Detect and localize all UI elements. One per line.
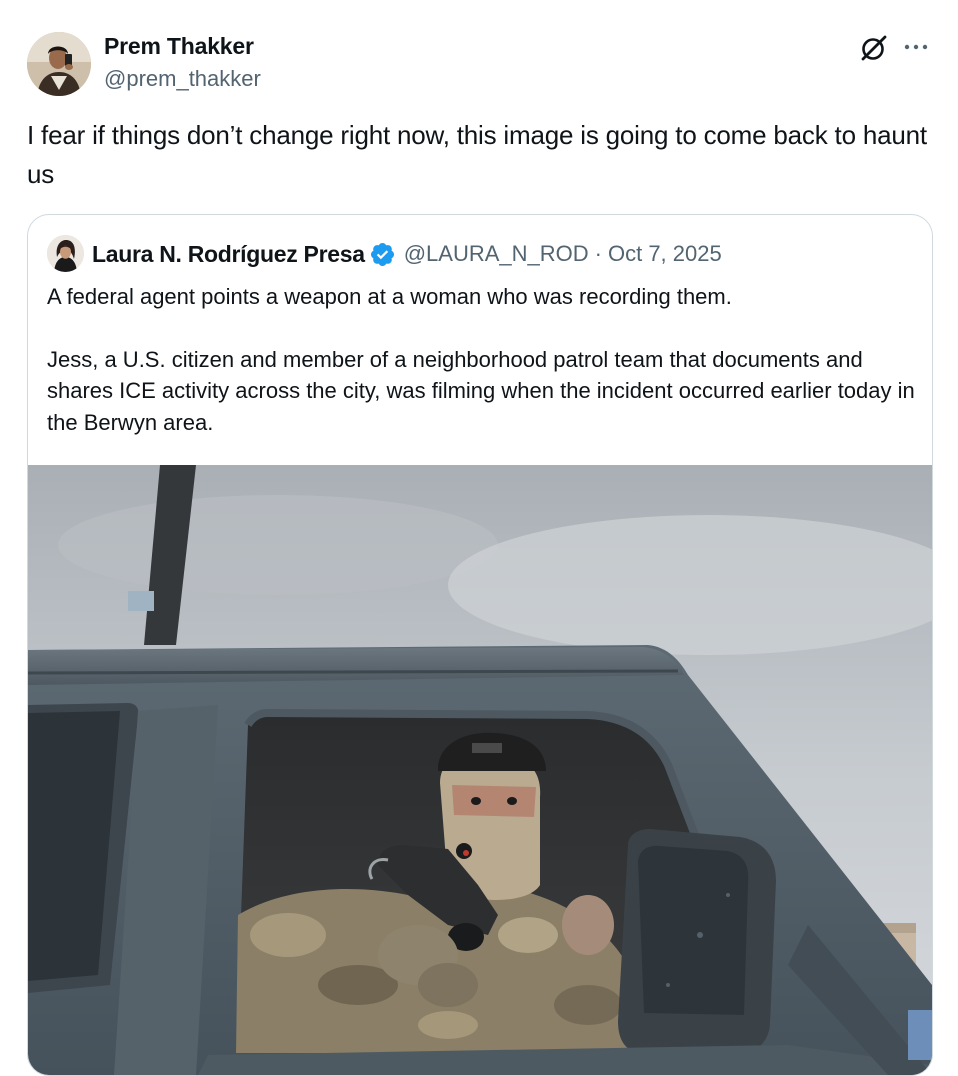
quoted-author-name[interactable]: Laura N. Rodríguez Presa xyxy=(92,241,365,268)
author-handle[interactable]: @prem_thakker xyxy=(104,66,261,92)
post-text: I fear if things don’t change right now,… xyxy=(27,120,927,189)
more-icon[interactable] xyxy=(900,34,932,60)
quoted-paragraph: Jess, a U.S. citizen and member of a nei… xyxy=(47,346,915,435)
verified-badge-icon xyxy=(369,241,396,268)
header-separator: · xyxy=(594,241,602,266)
quoted-post-header: Laura N. Rodríguez Presa @LAURA_N_ROD · … xyxy=(92,239,722,269)
quoted-author-handle[interactable]: @LAURA_N_ROD xyxy=(404,241,589,267)
quoted-post-text: A federal agent points a weapon at a wom… xyxy=(47,281,927,438)
author-name[interactable]: Prem Thakker xyxy=(104,33,254,60)
quoted-post-photo[interactable] xyxy=(28,465,932,1075)
quoted-paragraph: A federal agent points a weapon at a wom… xyxy=(47,284,732,309)
quoted-author-avatar[interactable] xyxy=(47,235,84,272)
post: Prem Thakker @prem_thakker I fear if thi… xyxy=(0,0,958,1076)
grok-icon[interactable] xyxy=(858,32,890,64)
quoted-post-date[interactable]: Oct 7, 2025 xyxy=(608,241,722,267)
quoted-post[interactable]: Laura N. Rodríguez Presa @LAURA_N_ROD · … xyxy=(27,214,933,1076)
author-avatar[interactable] xyxy=(27,32,91,96)
